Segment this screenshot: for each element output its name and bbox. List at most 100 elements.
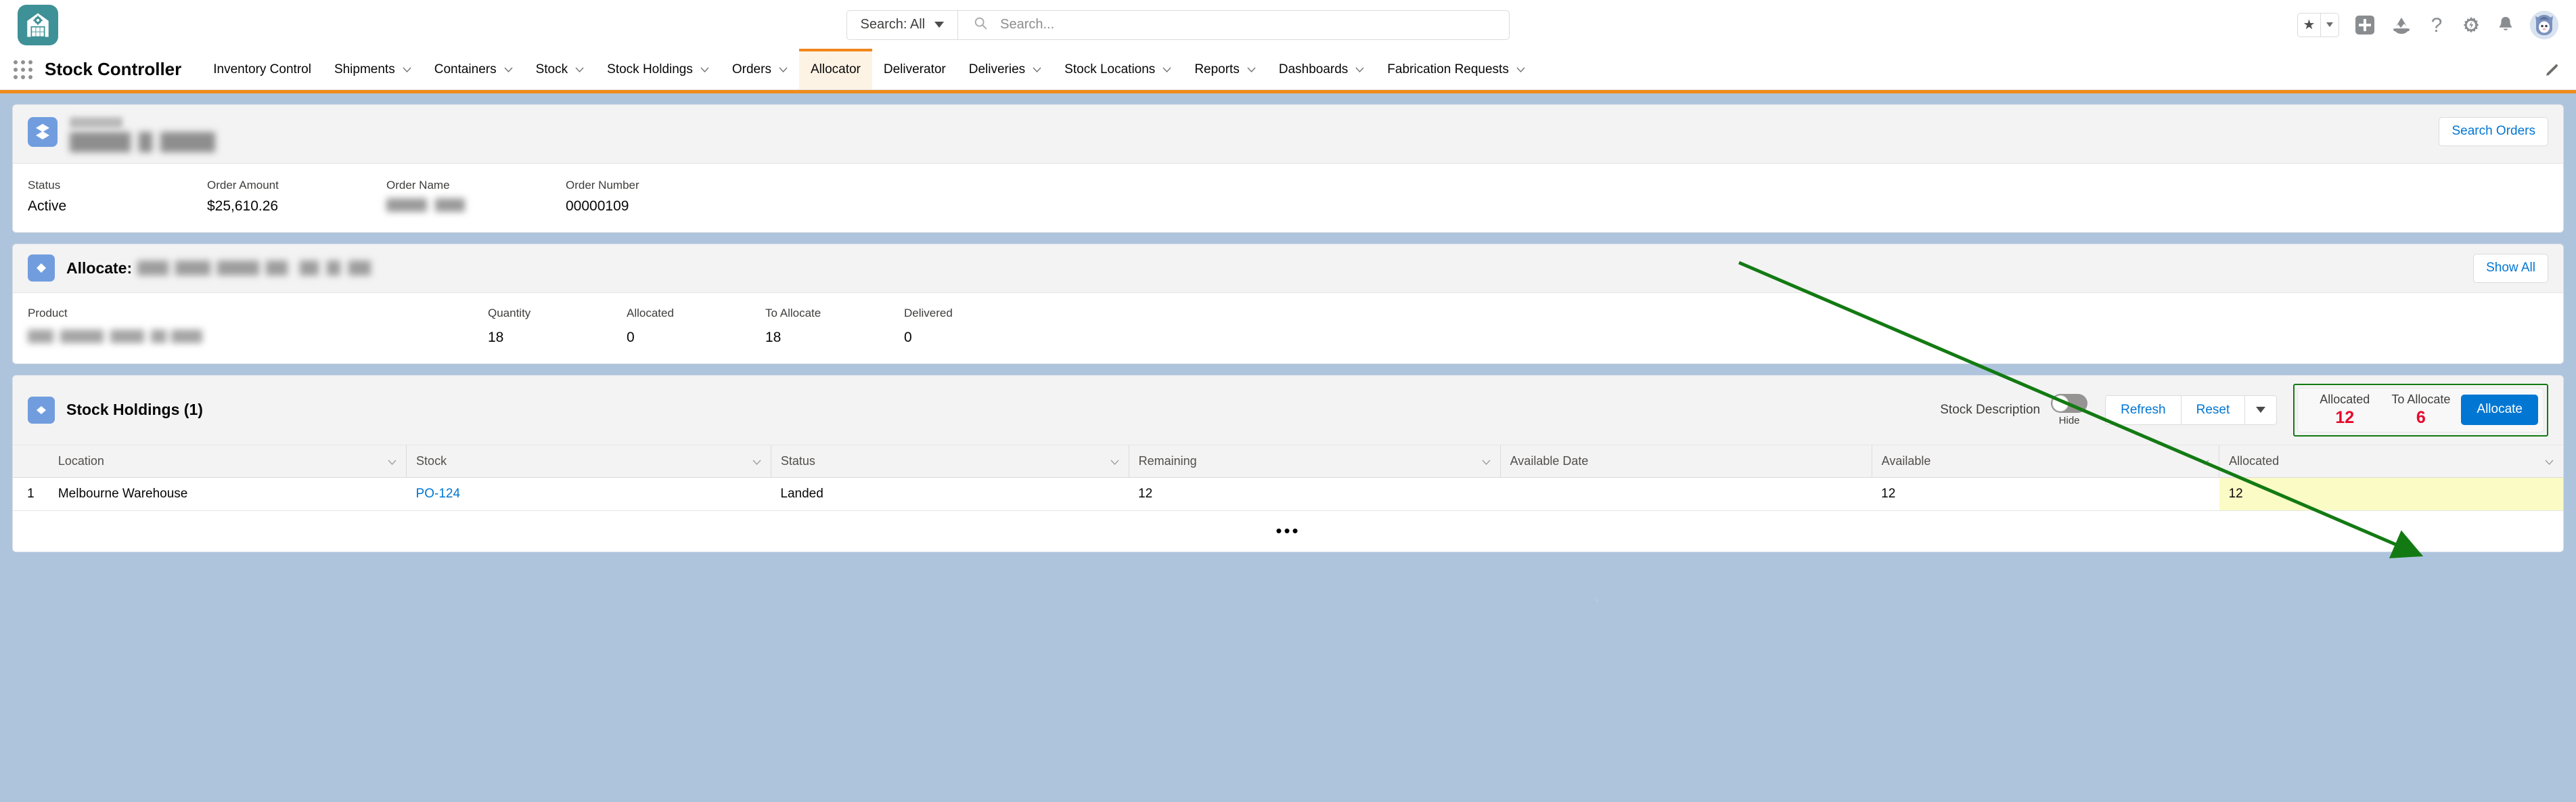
chevron-down-icon (575, 67, 584, 72)
stock-description-toggle-ui: Hide (2051, 393, 2088, 426)
allocate-section-actions: Show All (2473, 254, 2548, 283)
favorites-chevron-down-icon[interactable] (2321, 14, 2338, 37)
allocate-value-allocated: 0 (627, 329, 635, 345)
field-label: Order Number (566, 179, 639, 192)
col-label: Remaining (1138, 453, 1197, 468)
show-all-button[interactable]: Show All (2473, 254, 2548, 283)
table-col-location[interactable]: Location (48, 445, 407, 478)
chevron-down-icon (779, 67, 788, 72)
reset-button[interactable]: Reset (2181, 395, 2246, 424)
plus-square-icon[interactable] (2355, 15, 2375, 35)
nav-item-label: Orders (731, 62, 771, 76)
to-allocate-counter-label: To Allocate (2391, 392, 2451, 406)
nav-items: Inventory Control Shipments Containers S… (202, 49, 2545, 89)
more-dots-icon[interactable]: ••• (13, 510, 2563, 552)
chevron-down-icon (1247, 67, 1256, 72)
nav-item-label: Dashboards (1278, 62, 1349, 76)
favorites-group[interactable]: ★ (2297, 12, 2339, 37)
search-field[interactable] (958, 11, 1508, 39)
more-actions-chevron-down-icon[interactable] (2245, 395, 2277, 424)
cell-available-date (1500, 477, 1872, 511)
chevron-down-icon (1110, 454, 1119, 468)
app-name: Stock Controller (45, 59, 182, 79)
table-col-stock[interactable]: Stock (406, 445, 771, 478)
chevron-down-icon (403, 67, 411, 72)
table-col-available[interactable]: Available (1872, 445, 2220, 478)
allocate-line-grid: Product Quantity Allocated To Allocate D… (13, 292, 2563, 363)
chevron-down-icon (1033, 67, 1041, 72)
field-order-number: Order Number 00000109 (566, 179, 745, 215)
bell-icon[interactable] (2497, 15, 2514, 35)
allocate-value-delivered: 0 (904, 329, 912, 345)
nav-item-containers[interactable]: Containers (423, 49, 524, 89)
nav-item-label: Fabrication Requests (1387, 62, 1509, 76)
nav-item-shipments[interactable]: Shipments (323, 49, 423, 89)
chevron-down-icon (1162, 67, 1171, 72)
table-col-index (13, 445, 49, 478)
nav-item-label: Inventory Control (213, 62, 311, 76)
record-title (70, 132, 215, 152)
stock-description-label: Stock Description (1940, 402, 2041, 417)
table-col-status[interactable]: Status (771, 445, 1129, 478)
table-col-allocated[interactable]: Allocated (2219, 445, 2563, 478)
mountain-icon[interactable] (2391, 16, 2412, 35)
chevron-down-icon (934, 22, 945, 28)
nav-item-fabrication-requests[interactable]: Fabrication Requests (1376, 49, 1537, 89)
search-scope-selector[interactable]: Search: All (847, 10, 959, 39)
app-launcher-icon[interactable] (14, 60, 32, 79)
allocated-counter-label: Allocated (2320, 392, 2370, 406)
chevron-down-icon (752, 454, 761, 468)
allocate-col-label-allocated: Allocated (627, 306, 674, 319)
stock-holdings-table: Location Stock Status Remaining Availabl… (13, 445, 2563, 511)
nav-item-orders[interactable]: Orders (721, 49, 799, 89)
nav-item-deliveries[interactable]: Deliveries (957, 49, 1053, 89)
stock-link[interactable]: PO-124 (416, 487, 460, 501)
order-layers-icon (28, 117, 58, 147)
allocate-line-labels: Product Quantity Allocated To Allocate D… (28, 307, 2548, 330)
global-search[interactable]: Search: All (846, 9, 1510, 40)
to-allocate-counter-value: 6 (2416, 407, 2426, 427)
nav-item-label: Reports (1194, 62, 1240, 76)
search-input[interactable] (1000, 17, 1494, 32)
chevron-down-icon (1482, 454, 1491, 468)
allocate-title-value (137, 261, 371, 276)
table-row[interactable]: 1 Melbourne Warehouse PO-124 Landed 12 1… (13, 477, 2563, 511)
cell-allocated[interactable]: 12 (2219, 477, 2563, 511)
stock-description-toggle[interactable] (2051, 393, 2088, 413)
chevron-down-icon (2200, 454, 2209, 468)
nav-item-stock-holdings[interactable]: Stock Holdings (595, 49, 721, 89)
allocate-col-label-to-allocate: To Allocate (765, 306, 821, 319)
allocate-title-prefix: Allocate: (66, 259, 133, 277)
col-label: Stock (416, 453, 447, 468)
nav-item-deliverator[interactable]: Deliverator (872, 49, 957, 89)
field-value: 00000109 (566, 198, 629, 214)
nav-item-inventory-control[interactable]: Inventory Control (202, 49, 323, 89)
chevron-down-icon (1516, 67, 1525, 72)
warehouse-gear-icon[interactable] (18, 4, 58, 45)
nav-item-label: Deliveries (968, 62, 1026, 76)
gear-bolt-icon[interactable] (2461, 15, 2481, 35)
nav-item-stock[interactable]: Stock (524, 49, 596, 89)
table-col-remaining[interactable]: Remaining (1129, 445, 1501, 478)
nav-item-allocator[interactable]: Allocator (798, 49, 872, 89)
pencil-icon[interactable] (2545, 62, 2560, 77)
question-mark-icon[interactable]: ? (2428, 14, 2445, 36)
stock-description-toggle-block: Stock Description Hide (1940, 393, 2088, 426)
field-value (386, 198, 465, 212)
refresh-button[interactable]: Refresh (2106, 395, 2182, 424)
col-label: Location (58, 453, 104, 468)
order-record-titles (70, 117, 2425, 152)
search-icon (973, 16, 988, 34)
nav-item-reports[interactable]: Reports (1183, 49, 1267, 89)
cell-stock[interactable]: PO-124 (406, 477, 771, 511)
star-icon[interactable]: ★ (2298, 13, 2321, 37)
table-col-available-date[interactable]: Available Date (1500, 445, 1872, 478)
to-allocate-counter: To Allocate 6 (2380, 393, 2461, 428)
nav-item-stock-locations[interactable]: Stock Locations (1053, 49, 1183, 89)
allocate-button[interactable]: Allocate (2461, 395, 2538, 426)
search-orders-button[interactable]: Search Orders (2439, 117, 2548, 146)
nav-item-dashboards[interactable]: Dashboards (1267, 49, 1376, 89)
order-record-card: Search Orders Status Active Order Amount… (12, 104, 2564, 233)
avatar[interactable] (2530, 10, 2558, 39)
chevron-down-icon (1355, 67, 1364, 72)
